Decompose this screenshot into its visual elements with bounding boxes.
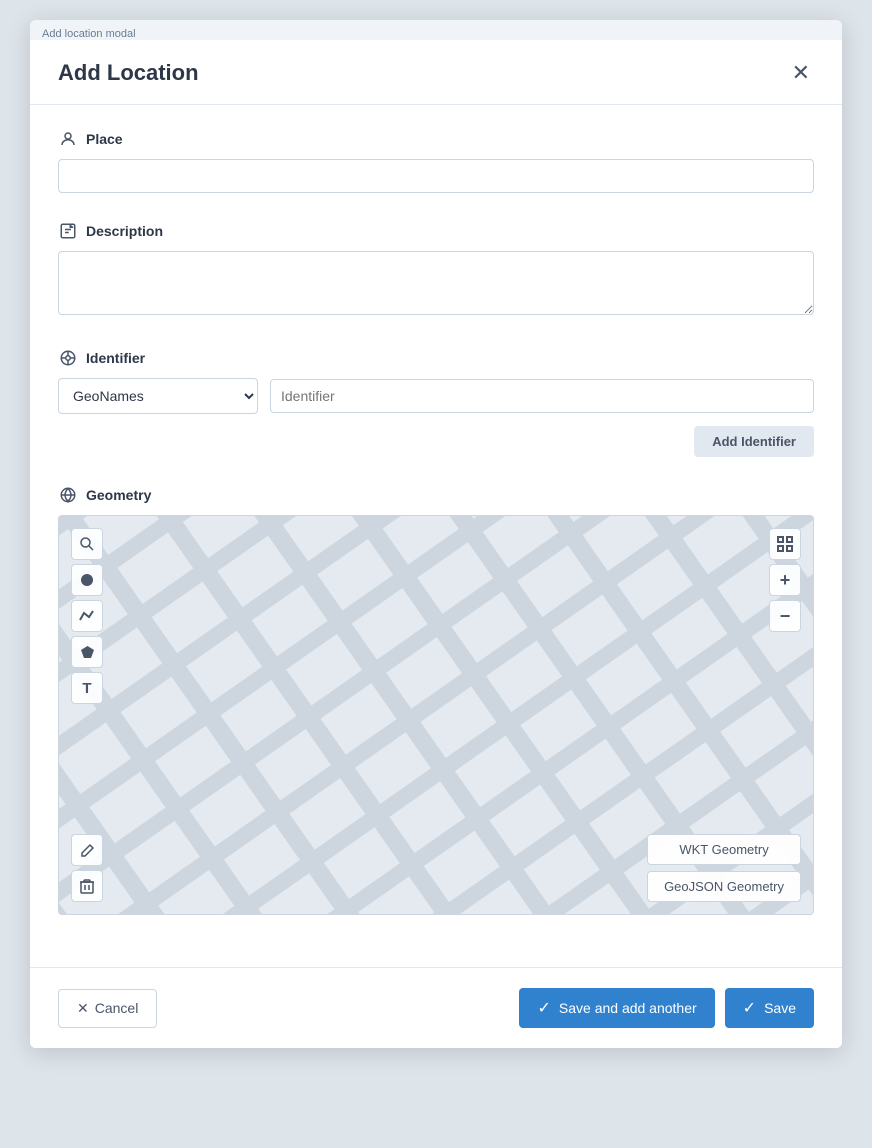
- place-icon: [58, 129, 78, 149]
- add-identifier-row: Add Identifier: [58, 426, 814, 457]
- close-button[interactable]: ✕: [788, 58, 814, 88]
- place-label: Place: [58, 129, 814, 149]
- modal-title: Add Location: [58, 60, 199, 86]
- map-text-button[interactable]: T: [71, 672, 103, 704]
- map-search-button[interactable]: [71, 528, 103, 560]
- identifier-field-group: Identifier GeoNames Add Identifier: [58, 348, 814, 457]
- map-delete-icon: [80, 879, 94, 894]
- map-polygon-button[interactable]: [71, 636, 103, 668]
- save-check-icon: ✓: [743, 998, 756, 1018]
- map-edit-icon: [80, 843, 95, 858]
- map-delete-button[interactable]: [71, 870, 103, 902]
- map-toolbar-right: + −: [769, 528, 801, 632]
- identifier-type-select[interactable]: GeoNames: [58, 378, 258, 414]
- wkt-geometry-button[interactable]: WKT Geometry: [647, 834, 801, 865]
- map-zoom-out-button[interactable]: −: [769, 600, 801, 632]
- geojson-geometry-button[interactable]: GeoJSON Geometry: [647, 871, 801, 902]
- map-search-icon: [79, 536, 95, 552]
- map-point-icon: [80, 573, 94, 587]
- description-label: Description: [58, 221, 814, 241]
- footer-right-buttons: ✓ Save and add another ✓ Save: [519, 988, 814, 1028]
- map-zoom-in-button[interactable]: +: [769, 564, 801, 596]
- map-point-button[interactable]: [71, 564, 103, 596]
- identifier-row: GeoNames: [58, 378, 814, 414]
- map-edit-buttons: [71, 834, 103, 902]
- map-line-button[interactable]: [71, 600, 103, 632]
- modal-header: Add Location ✕: [30, 40, 842, 105]
- close-icon: ✕: [792, 60, 810, 85]
- place-field-group: Place: [58, 129, 814, 193]
- description-input[interactable]: [58, 251, 814, 315]
- description-field-group: Description: [58, 221, 814, 320]
- add-identifier-button[interactable]: Add Identifier: [694, 426, 814, 457]
- identifier-label: Identifier: [58, 348, 814, 368]
- map-line-icon: [79, 608, 95, 624]
- map-container: T +: [58, 515, 814, 915]
- save-button[interactable]: ✓ Save: [725, 988, 814, 1028]
- geometry-label: Geometry: [58, 485, 814, 505]
- modal-footer: ✕ Cancel ✓ Save and add another ✓ Save: [30, 967, 842, 1048]
- save-and-add-another-button[interactable]: ✓ Save and add another: [519, 988, 714, 1028]
- map-text-icon: T: [82, 680, 91, 697]
- map-toolbar-left: T: [71, 528, 103, 704]
- map-expand-icon: [776, 535, 794, 553]
- geometry-icon: [58, 485, 78, 505]
- save-another-check-icon: ✓: [537, 998, 550, 1018]
- modal-outer-label: Add location modal: [30, 20, 842, 40]
- map-plus-icon: +: [780, 570, 791, 591]
- map-minus-icon: −: [780, 606, 791, 627]
- cancel-button[interactable]: ✕ Cancel: [58, 989, 157, 1028]
- cancel-x-icon: ✕: [77, 1000, 89, 1017]
- modal-body: Place Description: [30, 105, 842, 967]
- map-geo-buttons: WKT Geometry GeoJSON Geometry: [647, 834, 801, 902]
- add-location-modal: Add location modal Add Location ✕ Place: [30, 20, 842, 1048]
- description-icon: [58, 221, 78, 241]
- identifier-input[interactable]: [270, 379, 814, 413]
- map-polygon-icon: [80, 645, 95, 660]
- place-input[interactable]: [58, 159, 814, 193]
- map-edit-button[interactable]: [71, 834, 103, 866]
- identifier-icon: [58, 348, 78, 368]
- geometry-field-group: Geometry: [58, 485, 814, 915]
- map-expand-button[interactable]: [769, 528, 801, 560]
